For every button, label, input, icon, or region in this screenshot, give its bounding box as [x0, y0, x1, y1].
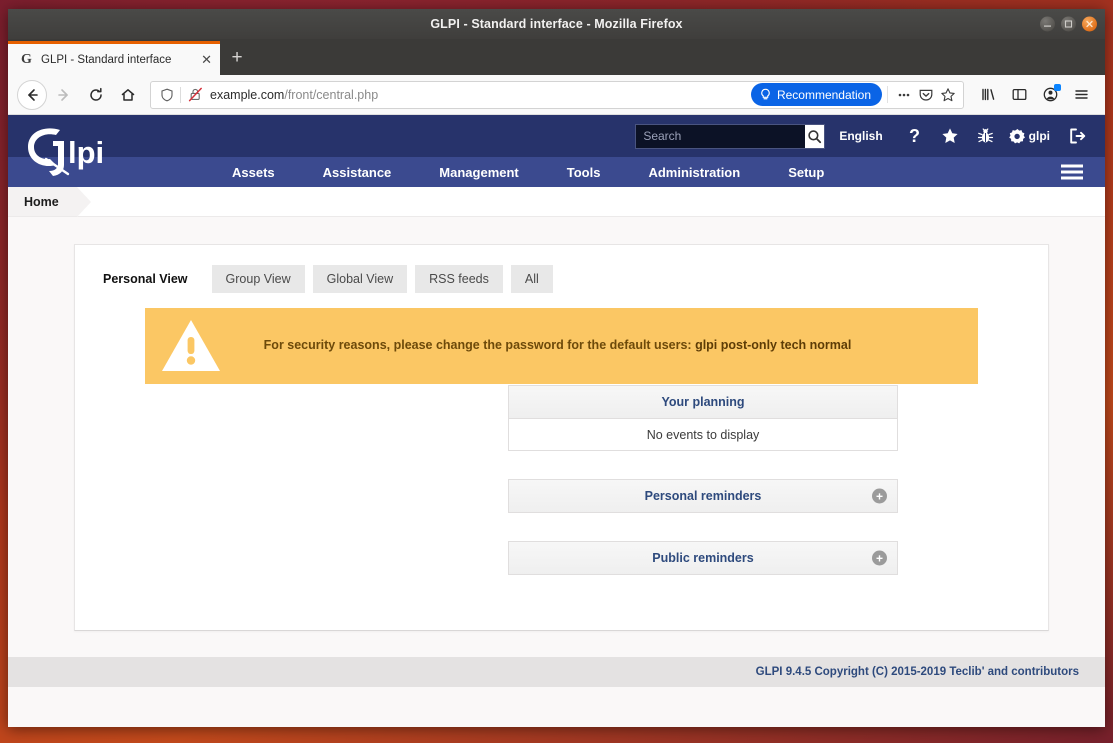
- glpi-main-menu: Assets Assistance Management Tools Admin…: [8, 157, 1105, 187]
- new-tab-button[interactable]: +: [220, 41, 254, 75]
- widget-public-reminders-title: Public reminders: [652, 551, 754, 565]
- firefox-account-icon[interactable]: [1035, 80, 1065, 110]
- widget-personal-reminders-header[interactable]: Personal reminders +: [508, 479, 898, 513]
- minimize-button[interactable]: [1040, 16, 1055, 32]
- glpi-footer: GLPI 9.4.5 Copyright (C) 2015-2019 Tecli…: [8, 657, 1105, 687]
- hamburger-menu-icon[interactable]: [1066, 80, 1096, 110]
- address-bar[interactable]: example.com/front/central.php Recommenda…: [150, 80, 964, 109]
- favorites-star-icon[interactable]: [941, 127, 959, 145]
- widget-your-planning-header[interactable]: Your planning: [508, 385, 898, 419]
- firefox-window: GLPI - Standard interface - Mozilla Fire…: [8, 9, 1105, 727]
- glpi-header: lpi English ?: [8, 115, 1105, 176]
- tab-close-icon[interactable]: ✕: [201, 53, 212, 66]
- insecure-connection-icon[interactable]: [187, 86, 204, 103]
- page-bottom-spacer: [8, 687, 1105, 727]
- home-icon[interactable]: [113, 80, 143, 110]
- widget-your-planning-body: No events to display: [508, 419, 898, 451]
- menu-item-assistance[interactable]: Assistance: [299, 165, 416, 180]
- menu-item-setup[interactable]: Setup: [764, 165, 848, 180]
- tab-all[interactable]: All: [510, 265, 553, 293]
- address-bar-divider-2: [887, 86, 888, 103]
- back-arrow-icon[interactable]: [17, 79, 47, 110]
- glpi-header-actions: English ?: [635, 123, 1105, 149]
- menu-item-administration[interactable]: Administration: [624, 165, 764, 180]
- library-icon[interactable]: [973, 80, 1003, 110]
- close-button[interactable]: [1082, 16, 1097, 32]
- page-body: Personal View Group View Global View RSS…: [8, 217, 1105, 657]
- url-path: /front/central.php: [284, 87, 379, 102]
- widget-your-planning-title: Your planning: [661, 395, 745, 409]
- address-bar-url[interactable]: example.com/front/central.php: [210, 88, 751, 102]
- bug-debug-icon[interactable]: [977, 127, 994, 145]
- recommendation-label: Recommendation: [776, 87, 871, 102]
- logout-icon[interactable]: [1068, 127, 1086, 145]
- url-host: example.com: [210, 87, 285, 102]
- recommendation-pill[interactable]: Recommendation: [750, 83, 882, 106]
- svg-text:?: ?: [909, 127, 920, 146]
- help-icon[interactable]: ?: [906, 127, 923, 146]
- page-actions-ellipsis-icon[interactable]: [893, 84, 915, 106]
- breadcrumb: Home: [8, 187, 1105, 217]
- svg-text:lpi: lpi: [68, 135, 104, 170]
- security-warning-users: glpi post-only tech normal: [695, 338, 852, 353]
- pocket-icon[interactable]: [915, 84, 937, 106]
- browser-tabstrip: G GLPI - Standard interface ✕ +: [8, 39, 1105, 75]
- menu-item-assets[interactable]: Assets: [208, 165, 299, 180]
- preferences-gear-icon[interactable]: [1008, 128, 1026, 145]
- security-warning-message: For security reasons, please change the …: [263, 338, 692, 353]
- tracking-protection-shield-icon[interactable]: [158, 86, 175, 103]
- tab-rss-feeds[interactable]: RSS feeds: [415, 265, 503, 293]
- breadcrumb-item-home[interactable]: Home: [8, 187, 91, 217]
- window-titlebar: GLPI - Standard interface - Mozilla Fire…: [8, 9, 1105, 39]
- search-input[interactable]: [636, 124, 806, 148]
- footer-copyright[interactable]: GLPI 9.4.5 Copyright (C) 2015-2019 Tecli…: [756, 666, 1079, 678]
- user-preferences[interactable]: glpi: [1008, 128, 1050, 145]
- add-public-reminder-icon[interactable]: +: [872, 550, 887, 566]
- tab-global-view[interactable]: Global View: [312, 265, 408, 293]
- widget-personal-reminders-title: Personal reminders: [644, 489, 762, 503]
- bookmark-star-icon[interactable]: [937, 84, 959, 106]
- browser-navigation-toolbar: example.com/front/central.php Recommenda…: [8, 75, 1105, 115]
- dashboard-widgets: Your planning No events to display Perso…: [508, 385, 898, 603]
- warning-triangle-icon: [145, 317, 237, 375]
- menu-item-management[interactable]: Management: [415, 165, 542, 180]
- glpi-favicon-icon: G: [21, 51, 32, 67]
- browser-tab[interactable]: G GLPI - Standard interface ✕: [8, 41, 220, 75]
- glpi-search[interactable]: [635, 123, 826, 149]
- search-icon[interactable]: [805, 124, 825, 148]
- add-personal-reminder-icon[interactable]: +: [872, 488, 887, 504]
- tab-personal-view[interactable]: Personal View: [97, 265, 204, 293]
- reload-icon[interactable]: [81, 80, 111, 110]
- widget-personal-reminders: Personal reminders +: [508, 479, 898, 513]
- account-badge: [1054, 83, 1061, 91]
- sidebar-icon[interactable]: [1004, 80, 1034, 110]
- maximize-button[interactable]: [1061, 16, 1076, 32]
- language-selector[interactable]: English: [839, 129, 882, 143]
- forward-arrow-icon[interactable]: [49, 80, 79, 110]
- widget-your-planning: Your planning No events to display: [508, 385, 898, 451]
- tab-group-view[interactable]: Group View: [211, 265, 305, 293]
- browser-toolbar-right: [973, 80, 1096, 110]
- security-warning-text: For security reasons, please change the …: [237, 337, 958, 355]
- page-viewport: lpi English ?: [8, 115, 1105, 727]
- glpi-logo[interactable]: lpi: [20, 121, 122, 183]
- security-warning-banner: For security reasons, please change the …: [145, 308, 978, 384]
- view-tabs: Personal View Group View Global View RSS…: [75, 245, 1048, 293]
- widget-public-reminders-header[interactable]: Public reminders +: [508, 541, 898, 575]
- lightbulb-icon: [761, 88, 770, 100]
- menu-toggle-hamburger-icon[interactable]: [1061, 164, 1083, 180]
- window-controls: [1040, 16, 1097, 32]
- tab-title: GLPI - Standard interface: [41, 53, 172, 66]
- menu-item-tools[interactable]: Tools: [543, 165, 625, 180]
- window-title: GLPI - Standard interface - Mozilla Fire…: [430, 17, 683, 31]
- username-label: glpi: [1028, 129, 1050, 143]
- widget-public-reminders: Public reminders +: [508, 541, 898, 575]
- address-bar-divider: [180, 86, 181, 103]
